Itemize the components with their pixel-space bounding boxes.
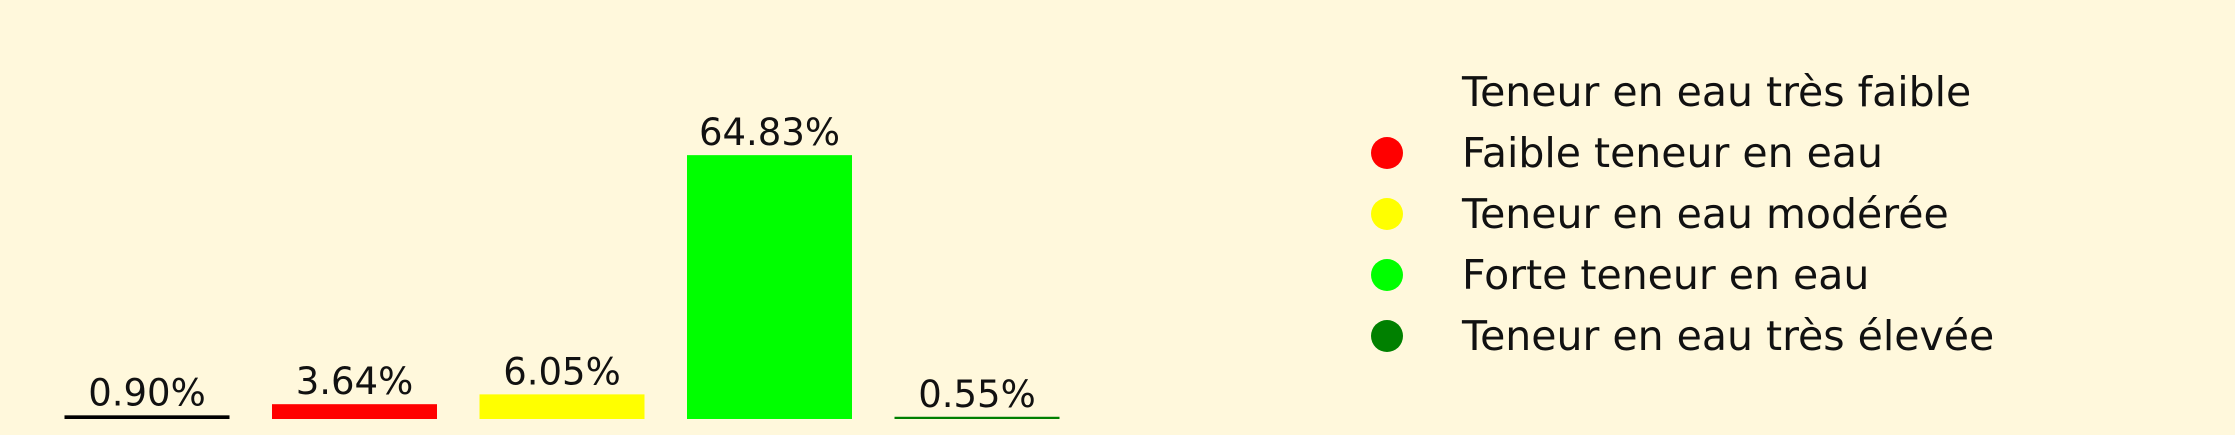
bar-2 [272,404,437,419]
legend-label-2: Faible teneur en eau [1462,129,1883,177]
bar-3 [479,394,645,419]
legend-marker-5 [1371,320,1403,352]
bar-4 [687,155,852,419]
bar-1 [64,415,230,419]
legend-marker-3 [1371,198,1403,230]
bar-value-label-3: 6.05% [503,350,621,393]
legend-item-1: Teneur en eau très faible [1461,68,1971,116]
bar-chart: 0.90% 3.64% 6.05% 64.83% 0.55% Teneur en eau… [64,68,1994,419]
legend-label-1: Teneur en eau très faible [1461,68,1971,116]
legend-marker-2 [1371,137,1403,169]
legend-label-5: Teneur en eau très élevée [1461,312,1994,360]
legend-marker-4 [1371,259,1403,291]
bar-5 [894,416,1060,419]
bar-value-label-4: 64.83% [699,111,840,154]
bar-value-label-2: 3.64% [296,360,414,403]
legend-item-2: Faible teneur en eau [1371,129,1883,177]
bar-value-label-5: 0.55% [918,373,1036,416]
legend-item-4: Forte teneur en eau [1371,251,1869,299]
legend-item-5: Teneur en eau très élevée [1371,312,1994,360]
bar-labels-group: 0.90% 3.64% 6.05% 64.83% 0.55% [88,111,1036,416]
bar-value-label-1: 0.90% [88,371,206,414]
legend-label-3: Teneur en eau modérée [1461,190,1949,238]
legend-label-4: Forte teneur en eau [1462,251,1869,299]
legend: Teneur en eau très faible Faible teneur e… [1371,68,1994,360]
legend-item-3: Teneur en eau modérée [1371,190,1949,238]
chart-root: 0.90% 3.64% 6.05% 64.83% 0.55% Teneur en eau… [0,0,2235,435]
